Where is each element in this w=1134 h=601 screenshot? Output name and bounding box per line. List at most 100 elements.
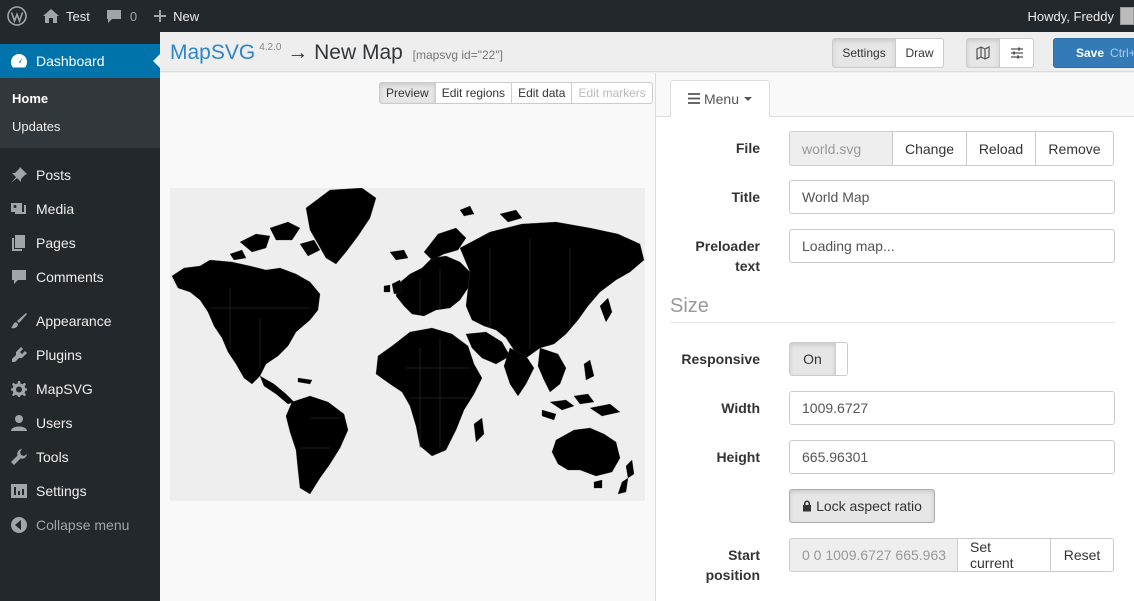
- sidebar-item-label: Dashboard: [36, 53, 105, 69]
- sidebar-item-label: Media: [36, 201, 75, 217]
- version-badge: 4.2.0: [259, 42, 282, 53]
- width-label: Width: [721, 400, 760, 416]
- howdy-text: Howdy, Freddy: [1027, 8, 1114, 24]
- settings-icon: [10, 482, 28, 500]
- preloader-label: Preloader text: [695, 238, 760, 274]
- map-mode-tabs: Preview Edit regions Edit data Edit mark…: [379, 82, 653, 104]
- map-view-button[interactable]: [966, 38, 1000, 68]
- page-title: MapSVG 4.2.0 → New Map [mapsvg id="22"]: [170, 41, 503, 65]
- map-title: → New Map: [287, 41, 403, 64]
- collapse-menu-button[interactable]: Collapse menu: [0, 508, 160, 542]
- dashboard-submenu: Home Updates: [0, 78, 160, 148]
- map-icon: [976, 46, 990, 60]
- dashboard-icon: [10, 52, 28, 70]
- sidebar-item-label: Pages: [36, 235, 76, 251]
- sidebar-item-label: Tools: [36, 449, 69, 465]
- pages-icon: [10, 234, 28, 252]
- collapse-menu-label: Collapse menu: [36, 517, 130, 533]
- lock-aspect-ratio-label: Lock aspect ratio: [816, 498, 922, 514]
- draw-mode-button[interactable]: Draw: [896, 38, 944, 68]
- sidebar-item-label: Posts: [36, 167, 72, 183]
- site-name-link[interactable]: Test: [34, 0, 98, 32]
- start-position-group: 0 0 1009.6727 665.963 Set current Reset: [789, 538, 1114, 572]
- sidebar-item-users[interactable]: Users: [0, 406, 160, 440]
- title-input[interactable]: World Map: [789, 180, 1115, 214]
- wordpress-logo-icon[interactable]: [0, 0, 34, 32]
- sidebar-item-tools[interactable]: Tools: [0, 440, 160, 474]
- comments-link[interactable]: 0: [98, 0, 145, 32]
- wrench-icon: [10, 448, 28, 466]
- sidebar-item-label: MapSVG: [36, 381, 93, 397]
- reload-file-button[interactable]: Reload: [967, 131, 1036, 166]
- set-current-button[interactable]: Set current: [958, 538, 1051, 572]
- mode-switch: Settings Draw: [832, 38, 944, 68]
- new-label: New: [173, 8, 200, 24]
- menu-tab[interactable]: Menu: [670, 80, 770, 117]
- height-input[interactable]: 665.96301: [789, 440, 1115, 474]
- comment-icon: [10, 268, 28, 286]
- height-label: Height: [716, 449, 760, 465]
- lock-icon: [803, 500, 812, 512]
- change-file-button[interactable]: Change: [893, 131, 967, 166]
- world-map-graphic[interactable]: [170, 188, 645, 501]
- width-input[interactable]: 1009.6727: [789, 391, 1115, 425]
- brush-icon: [10, 312, 28, 330]
- sidebar-item-appearance[interactable]: Appearance: [0, 304, 160, 338]
- start-position-label: Start position: [705, 547, 760, 583]
- sidebar-item-label: Plugins: [36, 347, 82, 363]
- hamburger-icon: [687, 93, 700, 104]
- brand-name: MapSVG: [170, 41, 256, 64]
- sidebar-item-pages[interactable]: Pages: [0, 226, 160, 260]
- submenu-item-updates[interactable]: Updates: [0, 112, 160, 140]
- file-label: File: [735, 140, 760, 156]
- account-link[interactable]: Howdy, Freddy: [1020, 0, 1134, 32]
- edit-markers-button[interactable]: Edit markers: [572, 82, 653, 104]
- view-switch: [966, 38, 1034, 68]
- plus-icon: [153, 9, 167, 23]
- new-content-link[interactable]: New: [145, 0, 207, 32]
- lock-aspect-ratio-button[interactable]: Lock aspect ratio: [789, 489, 935, 523]
- responsive-on-state: On: [790, 343, 836, 375]
- avatar: [1120, 7, 1134, 25]
- responsive-label: Responsive: [681, 351, 760, 367]
- caret-down-icon: [744, 96, 753, 101]
- map-shortcode: [mapsvg id="22"]: [412, 48, 503, 62]
- sliders-icon: [1010, 46, 1024, 60]
- map-preview-panel: Preview Edit regions Edit data Edit mark…: [160, 73, 656, 601]
- sidebar-item-label: Settings: [36, 483, 87, 499]
- comment-icon: [106, 8, 122, 24]
- sidebar-item-plugins[interactable]: Plugins: [0, 338, 160, 372]
- edit-regions-button[interactable]: Edit regions: [435, 82, 513, 104]
- settings-tabbar: Menu: [656, 73, 1134, 117]
- sidebar-item-label: Users: [36, 415, 73, 431]
- submenu-item-home[interactable]: Home: [0, 84, 160, 112]
- edit-data-button[interactable]: Edit data: [512, 82, 573, 104]
- sidebar-item-settings[interactable]: Settings: [0, 474, 160, 508]
- sidebar-item-mapsvg[interactable]: MapSVG: [0, 372, 160, 406]
- reset-button[interactable]: Reset: [1051, 538, 1114, 572]
- settings-mode-button[interactable]: Settings: [832, 38, 896, 68]
- collapse-icon: [10, 516, 28, 534]
- options-view-button[interactable]: [1000, 38, 1034, 68]
- preloader-text-input[interactable]: Loading map...: [789, 229, 1115, 263]
- admin-sidebar: Dashboard Home Updates Posts Media Pages…: [0, 32, 161, 601]
- sidebar-item-label: Appearance: [36, 313, 112, 329]
- sidebar-item-dashboard[interactable]: Dashboard: [0, 44, 161, 78]
- home-icon: [42, 8, 60, 24]
- sidebar-item-media[interactable]: Media: [0, 192, 160, 226]
- sidebar-item-comments[interactable]: Comments: [0, 260, 160, 294]
- user-icon: [10, 414, 28, 432]
- plugin-icon: [10, 346, 28, 364]
- site-name: Test: [66, 8, 90, 24]
- size-section-title: Size: [670, 295, 1115, 323]
- world-map[interactable]: [170, 188, 645, 501]
- save-button[interactable]: Save Ctrl+S: [1053, 38, 1134, 68]
- sidebar-item-label: Comments: [36, 269, 104, 285]
- preview-mode-button[interactable]: Preview: [379, 82, 436, 104]
- remove-file-button[interactable]: Remove: [1036, 131, 1114, 166]
- responsive-toggle[interactable]: On: [789, 342, 848, 376]
- media-icon: [10, 200, 28, 218]
- settings-panel: Menu File world.svg Change Reload Remove…: [656, 73, 1134, 601]
- title-label: Title: [731, 189, 760, 205]
- sidebar-item-posts[interactable]: Posts: [0, 158, 160, 192]
